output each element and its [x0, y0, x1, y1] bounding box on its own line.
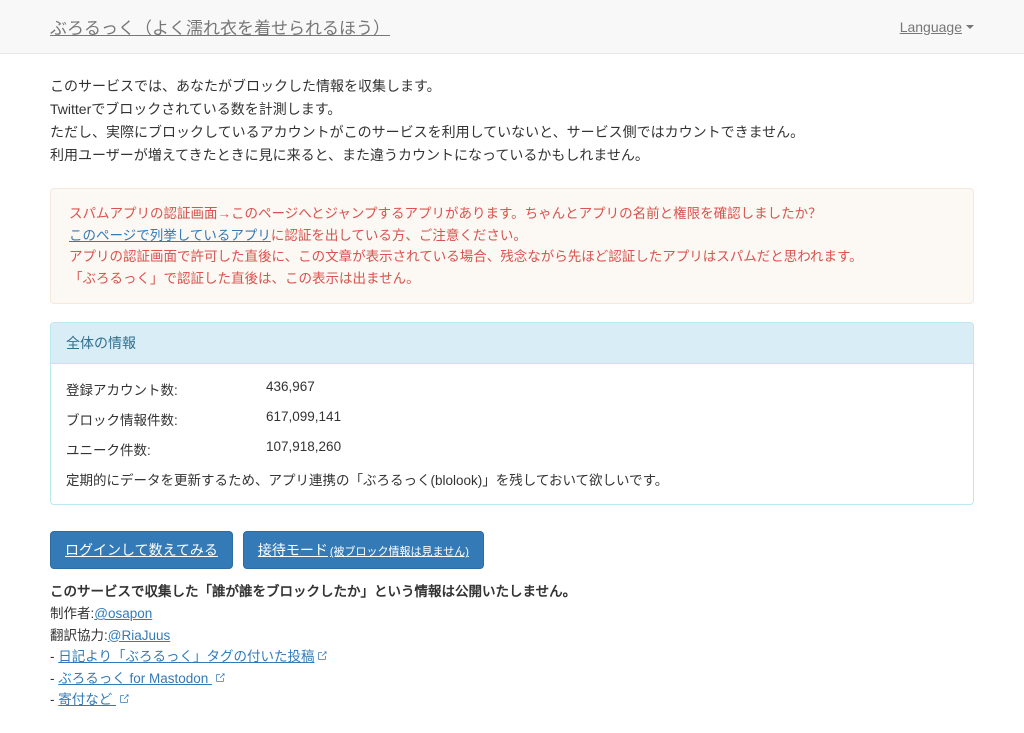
language-label: Language [900, 19, 962, 35]
stats-label: 登録アカウント数: [66, 379, 266, 399]
translator-label: 翻訳協力: [50, 628, 108, 643]
footer-link-line: - 日記より「ぶろるっく」タグの付いた投稿 [50, 646, 974, 668]
stats-panel-body: 登録アカウント数: 436,967 ブロック情報件数: 617,099,141 … [51, 364, 973, 504]
intro-line: Twitterでブロックされている数を計測します。 [50, 99, 974, 120]
footer-link-line: - 寄付など [50, 689, 974, 711]
stats-row: 登録アカウント数: 436,967 [66, 379, 958, 399]
author-label: 制作者: [50, 606, 94, 621]
host-mode-button[interactable]: 接待モード(被ブロック情報は見ません) [243, 531, 484, 569]
header: ぶろるっく（よく濡れ衣を着せられるほう） Language [0, 0, 1024, 54]
intro-line: このサービスでは、あなたがブロックした情報を収集します。 [50, 76, 974, 97]
translator-link[interactable]: @RiaJuus [108, 628, 170, 643]
donate-link[interactable]: 寄付など [58, 692, 130, 707]
link-text: 寄付など [58, 692, 116, 707]
language-dropdown[interactable]: Language [900, 19, 974, 35]
stats-row: ブロック情報件数: 617,099,141 [66, 409, 958, 429]
stats-value: 107,918,260 [266, 439, 341, 459]
external-link-icon [316, 647, 328, 659]
external-link-icon [118, 690, 130, 702]
diary-tag-link[interactable]: 日記より「ぶろるっく」タグの付いた投稿 [58, 649, 328, 664]
chevron-down-icon [966, 25, 974, 29]
author-line: 制作者:@osapon [50, 603, 974, 625]
main-container: このサービスでは、あなたがブロックした情報を収集します。 Twitterでブロッ… [0, 54, 1024, 733]
host-mode-label: 接待モード [258, 540, 328, 560]
intro-text: このサービスでは、あなたがブロックした情報を収集します。 Twitterでブロッ… [50, 76, 974, 166]
intro-line: 利用ユーザーが増えてきたときに見に来ると、また違うカウントになっているかもしれま… [50, 145, 974, 166]
stats-label: ユニーク件数: [66, 439, 266, 459]
action-buttons: ログインして数えてみる 接待モード(被ブロック情報は見ません) [50, 531, 974, 569]
external-link-icon [214, 669, 226, 681]
warning-line: 「ぶろるっく」で認証した直後は、この表示は出ません。 [69, 268, 955, 290]
warning-line: このページで列挙しているアプリに認証を出している方、ご注意ください。 [69, 225, 955, 247]
spam-warning-alert: スパムアプリの認証画面→このページへとジャンプするアプリがあります。ちゃんとアプ… [50, 188, 974, 304]
stats-panel-title: 全体の情報 [51, 323, 973, 364]
brand-link[interactable]: ぶろるっく（よく濡れ衣を着せられるほう） [50, 14, 390, 39]
stats-value: 436,967 [266, 379, 315, 399]
host-mode-sublabel: (被ブロック情報は見ません) [330, 543, 469, 559]
stats-note: 定期的にデータを更新するため、アプリ連携の「ぶろるっく(blolook)」を残し… [66, 469, 958, 489]
warning-line2-post: に認証を出している方、ご注意ください。 [271, 228, 527, 243]
stats-panel: 全体の情報 登録アカウント数: 436,967 ブロック情報件数: 617,09… [50, 322, 974, 505]
stats-label: ブロック情報件数: [66, 409, 266, 429]
intro-line: ただし、実際にブロックしているアカウントがこのサービスを利用していないと、サービ… [50, 122, 974, 143]
footer: このサービスで収集した「誰が誰をブロックしたか」という情報は公開いたしません。 … [50, 581, 974, 711]
stats-value: 617,099,141 [266, 409, 341, 429]
warning-line: スパムアプリの認証画面→このページへとジャンプするアプリがあります。ちゃんとアプ… [69, 203, 955, 225]
warning-apps-link[interactable]: このページで列挙しているアプリ [69, 228, 271, 243]
warning-line: アプリの認証画面で許可した直後に、この文章が表示されている場合、残念ながら先ほど… [69, 246, 955, 268]
link-text: ぶろるっく for Mastodon [58, 671, 212, 686]
stats-row: ユニーク件数: 107,918,260 [66, 439, 958, 459]
link-text: 日記より「ぶろるっく」タグの付いた投稿 [58, 649, 314, 664]
login-count-button[interactable]: ログインして数えてみる [50, 531, 233, 569]
translator-line: 翻訳協力:@RiaJuus [50, 625, 974, 647]
mastodon-link[interactable]: ぶろるっく for Mastodon [58, 671, 226, 686]
disclaimer-text: このサービスで収集した「誰が誰をブロックしたか」という情報は公開いたしません。 [50, 581, 974, 603]
footer-link-line: - ぶろるっく for Mastodon [50, 668, 974, 690]
author-link[interactable]: @osapon [94, 606, 152, 621]
